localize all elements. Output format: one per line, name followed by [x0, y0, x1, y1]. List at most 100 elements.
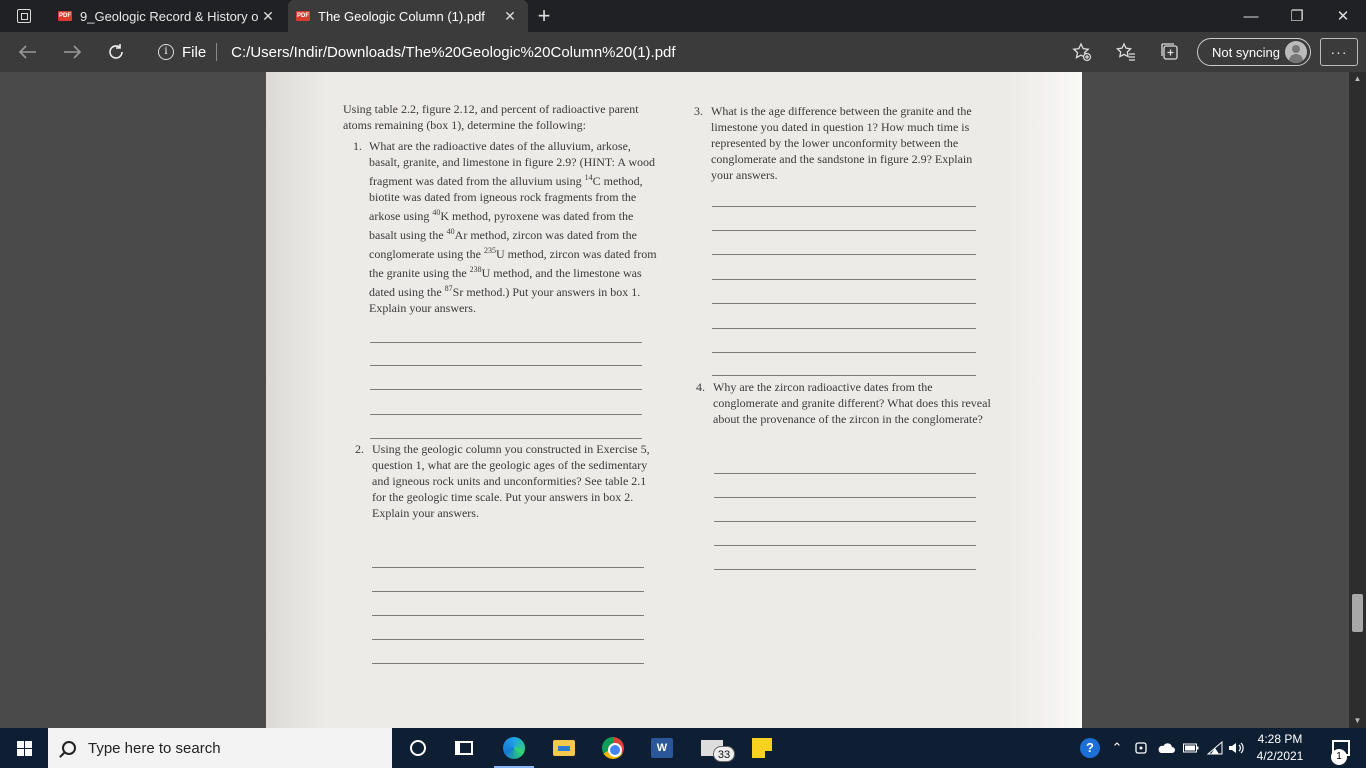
sync-status-label: Not syncing	[1212, 44, 1280, 60]
edge-icon	[503, 737, 525, 759]
question-4-text: Why are the zircon radioactive dates fro…	[713, 380, 991, 426]
battery-tray-button[interactable]	[1180, 728, 1202, 768]
help-tray-button[interactable]: ?	[1076, 728, 1104, 768]
url-scheme: File	[182, 43, 207, 61]
answer-line	[370, 438, 642, 439]
answer-line	[712, 303, 976, 304]
tab-title: 9_Geologic Record & History of E	[80, 8, 258, 24]
search-placeholder: Type here to search	[88, 739, 221, 757]
refresh-button[interactable]	[100, 36, 132, 68]
url-field[interactable]: i File C:/Users/Indir/Downloads/The%20Ge…	[148, 36, 1098, 68]
answer-line	[714, 497, 976, 498]
answer-line	[714, 521, 976, 522]
question-3-text: What is the age difference between the g…	[711, 104, 973, 182]
answer-line	[372, 663, 644, 664]
collections-icon	[1161, 43, 1178, 60]
tab-geologic-record[interactable]: PDF 9_Geologic Record & History of E ✕	[50, 0, 286, 32]
taskbar: Type here to search W 33 ? ⌃ 4:28 PM 4/2…	[0, 728, 1366, 768]
restore-button[interactable]: ❐	[1274, 0, 1320, 32]
answer-line	[712, 328, 976, 329]
volume-icon	[1229, 742, 1244, 754]
word-icon: W	[651, 738, 673, 758]
instructions-text: Using table 2.2, figure 2.12, and percen…	[343, 102, 639, 132]
clock-time: 4:28 PM	[1257, 732, 1303, 746]
edge-taskbar-button[interactable]	[490, 728, 538, 768]
chevron-up-icon: ⌃	[1111, 740, 1123, 755]
tab-title: The Geologic Column (1).pdf	[318, 8, 485, 24]
pdf-page: Using table 2.2, figure 2.12, and percen…	[266, 72, 1082, 728]
chrome-button[interactable]	[589, 728, 637, 768]
tab-geologic-column[interactable]: PDF The Geologic Column (1).pdf ✕	[288, 0, 528, 32]
settings-more-button[interactable]: ···	[1320, 38, 1358, 66]
taskbar-search-input[interactable]: Type here to search	[48, 728, 392, 768]
tab-actions-button[interactable]	[0, 0, 48, 32]
answer-line	[370, 389, 642, 390]
forward-arrow-icon	[64, 45, 81, 59]
answer-line	[714, 473, 976, 474]
forward-button[interactable]	[56, 36, 88, 68]
notification-count-badge: 1	[1331, 749, 1347, 765]
touchpad-tray-button[interactable]	[1130, 728, 1152, 768]
question-2-number: 2.	[355, 442, 364, 456]
question-2-text: Using the geologic column you constructe…	[372, 442, 650, 520]
clock-date: 4/2/2021	[1256, 749, 1304, 763]
wifi-icon	[1207, 741, 1223, 755]
sticky-notes-button[interactable]	[738, 728, 786, 768]
answer-line	[370, 414, 642, 415]
show-hidden-icons-button[interactable]: ⌃	[1106, 728, 1128, 768]
scroll-thumb[interactable]	[1352, 594, 1363, 632]
question-3-number: 3.	[694, 104, 703, 118]
task-view-icon	[455, 741, 473, 755]
battery-icon	[1183, 743, 1199, 753]
pdf-icon: PDF	[296, 11, 310, 21]
question-1-number: 1.	[353, 139, 362, 153]
answer-line	[370, 342, 642, 343]
answer-line	[712, 352, 976, 353]
wifi-tray-button[interactable]	[1204, 728, 1226, 768]
refresh-icon	[109, 44, 123, 59]
page-shadow	[266, 72, 326, 728]
profile-sync-button[interactable]: Not syncing	[1197, 38, 1311, 66]
pdf-viewer: Using table 2.2, figure 2.12, and percen…	[0, 72, 1366, 728]
onedrive-tray-button[interactable]	[1154, 728, 1178, 768]
word-button[interactable]: W	[638, 728, 686, 768]
vertical-scrollbar[interactable]: ▲ ▼	[1349, 72, 1366, 728]
file-explorer-button[interactable]	[540, 728, 588, 768]
q1-superscript: 87	[444, 284, 453, 293]
close-tab-button[interactable]: ✕	[500, 8, 520, 25]
cloud-icon	[1158, 743, 1175, 753]
question-1-text: What are the radioactive dates of the al…	[369, 138, 659, 316]
chrome-icon	[602, 737, 624, 759]
windows-logo-icon	[16, 740, 32, 756]
scroll-down-arrow-icon[interactable]: ▼	[1349, 714, 1366, 728]
add-favorite-button[interactable]	[1066, 36, 1098, 68]
question-4-number: 4.	[696, 380, 705, 394]
answer-line	[712, 254, 976, 255]
q1-superscript: 235	[483, 246, 496, 255]
cortana-button[interactable]	[394, 728, 442, 768]
q1-superscript: 238	[469, 265, 482, 274]
answer-line	[712, 206, 976, 207]
answer-line	[370, 365, 642, 366]
minimize-button[interactable]: —	[1228, 0, 1274, 32]
task-view-button[interactable]	[440, 728, 488, 768]
answer-line	[712, 375, 976, 376]
taskbar-clock[interactable]: 4:28 PM 4/2/2021	[1250, 728, 1310, 768]
info-icon[interactable]: i	[158, 44, 174, 60]
answer-line	[372, 639, 644, 640]
close-window-button[interactable]: ✕	[1320, 0, 1366, 32]
collections-button[interactable]	[1154, 36, 1186, 68]
new-tab-button[interactable]: +	[530, 0, 558, 32]
answer-line	[372, 591, 644, 592]
cortana-icon	[410, 740, 426, 756]
close-tab-button[interactable]: ✕	[258, 8, 278, 25]
folder-icon	[553, 740, 575, 756]
volume-tray-button[interactable]	[1226, 728, 1248, 768]
start-button[interactable]	[0, 728, 48, 768]
favorites-button[interactable]	[1110, 36, 1142, 68]
address-bar: i File C:/Users/Indir/Downloads/The%20Ge…	[0, 32, 1366, 72]
scroll-up-arrow-icon[interactable]: ▲	[1349, 72, 1366, 86]
answer-line	[372, 615, 644, 616]
back-button[interactable]	[12, 36, 44, 68]
favorites-icon	[1116, 42, 1135, 61]
